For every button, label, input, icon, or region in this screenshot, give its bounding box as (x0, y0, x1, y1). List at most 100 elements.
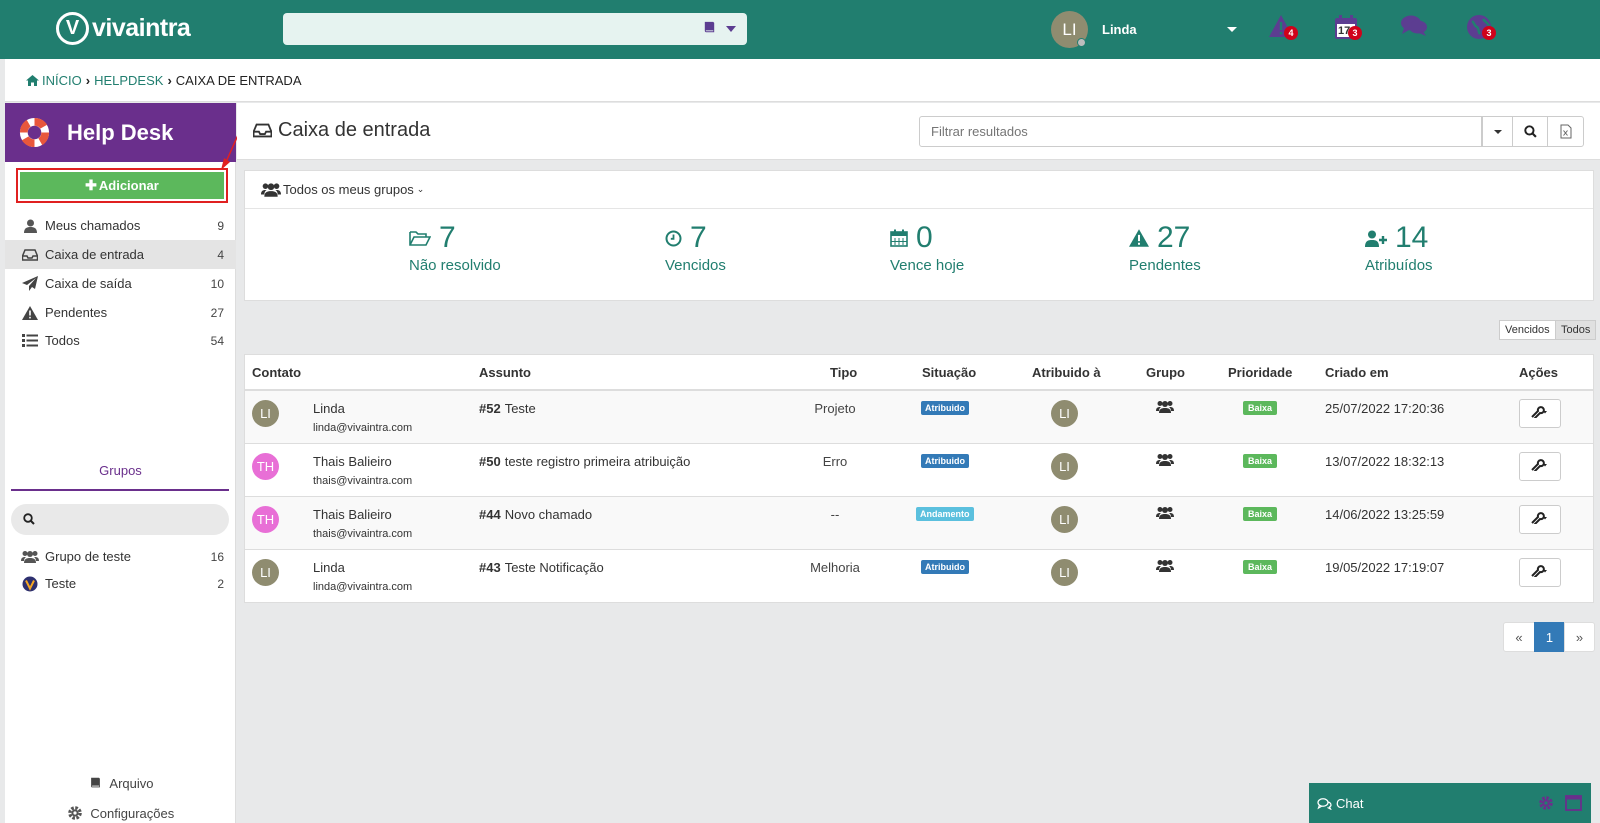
filter-options-button[interactable] (1482, 116, 1513, 147)
row-actions-button[interactable] (1519, 558, 1561, 587)
column-header-created[interactable]: Criado em (1325, 365, 1389, 380)
column-header-status[interactable]: Situação (922, 365, 976, 380)
top-navbar: V vivaintra LI Linda 4 17 3 3 (0, 0, 1600, 59)
wrench-icon (1531, 459, 1549, 474)
column-header-assigned-to[interactable]: Atribuido à (1032, 365, 1101, 380)
table-row[interactable]: TH Thais Balieiro thais@vivaintra.com #5… (245, 444, 1593, 497)
sidebar-item-pending[interactable]: Pendentes 27 (5, 298, 236, 327)
sidebar-item-inbox[interactable]: Caixa de entrada 4 (5, 240, 236, 269)
column-header-group[interactable]: Grupo (1146, 365, 1185, 380)
table-row[interactable]: TH Thais Balieiro thais@vivaintra.com #4… (245, 497, 1593, 550)
stat-pending[interactable]: 27 Pendentes (1129, 221, 1201, 274)
filter-results-input[interactable] (920, 117, 1481, 146)
users-icon (1156, 559, 1174, 575)
stat-due-today[interactable]: 0 Vence hoje (890, 221, 964, 274)
table-row[interactable]: LI Linda linda@vivaintra.com #43 Teste No… (245, 550, 1593, 603)
vivaintra-logo[interactable]: V vivaintra (56, 12, 191, 45)
assignee-avatar: LI (1051, 506, 1078, 533)
contact-name: Thais Balieiro (313, 454, 392, 469)
chevron-right-icon: › (167, 73, 172, 88)
search-icon (1523, 125, 1537, 138)
messages-button[interactable] (1400, 14, 1430, 44)
groups-tab[interactable]: Grupos (5, 463, 236, 478)
excel-file-icon (1560, 124, 1571, 139)
users-icon (1156, 506, 1174, 522)
filter-all-toggle[interactable]: Todos (1555, 320, 1597, 340)
user-name[interactable]: Linda (1102, 22, 1137, 37)
breadcrumb-home[interactable]: INÍCIO (42, 73, 82, 88)
contact-avatar: TH (252, 453, 279, 480)
group-selector[interactable]: Todos os meus grupos ⌄ (245, 171, 1593, 209)
ticket-number: #43 (479, 560, 501, 575)
priority-badge: Baixa (1243, 454, 1278, 468)
sidebar-item-all[interactable]: Todos 54 (5, 326, 236, 355)
column-header-priority[interactable]: Prioridade (1228, 365, 1292, 380)
ticket-subject-text: Novo chamado (504, 507, 593, 522)
life-ring-icon (19, 117, 50, 148)
contact-email: thais@vivaintra.com (313, 528, 413, 540)
sidebar-item-count: 4 (217, 247, 224, 262)
user-menu-chevron-down-icon[interactable] (1227, 27, 1237, 32)
stat-value: 0 (916, 221, 933, 254)
sidebar-item-outbox[interactable]: Caixa de saída 10 (5, 269, 236, 298)
settings-link[interactable]: Configurações (5, 805, 236, 823)
ticket-type: Erro (822, 454, 848, 469)
clock-icon (665, 230, 682, 246)
alerts-badge: 4 (1284, 26, 1298, 40)
row-actions-button[interactable] (1519, 505, 1561, 534)
contact-avatar: LI (252, 400, 279, 427)
list-icon (20, 334, 40, 347)
ticket-subject[interactable]: #44 Novo chamado (479, 507, 592, 522)
sidebar-group-teste[interactable]: Teste 2 (5, 570, 236, 597)
row-actions-button[interactable] (1519, 452, 1561, 481)
table-row[interactable]: LI Linda linda@vivaintra.com #52 Teste Pr… (245, 391, 1593, 444)
column-header-contact[interactable]: Contato (252, 365, 301, 380)
search-scope-chevron-down-icon[interactable] (726, 26, 736, 32)
calendar-badge: 3 (1348, 26, 1362, 40)
pagination-prev[interactable]: « (1503, 622, 1535, 652)
status-badge: Atribuido (921, 454, 969, 468)
add-ticket-button[interactable]: ✚ Adicionar (16, 168, 228, 203)
stat-overdue[interactable]: 7 Vencidos (665, 221, 726, 274)
chat-bar[interactable]: Chat (1309, 783, 1591, 823)
row-actions-button[interactable] (1519, 399, 1561, 428)
export-excel-button[interactable] (1547, 116, 1584, 147)
search-button[interactable] (1512, 116, 1548, 147)
pagination-next[interactable]: » (1564, 622, 1595, 652)
logo-mark: V (56, 12, 89, 45)
alerts-button[interactable]: 4 (1268, 14, 1298, 44)
add-ticket-label: Adicionar (98, 178, 159, 193)
ticket-subject-text: Teste (504, 401, 536, 416)
filter-overdue-toggle[interactable]: Vencidos (1499, 320, 1556, 340)
group-search-input[interactable] (11, 504, 229, 535)
global-search-input[interactable] (283, 13, 747, 45)
sidebar-item-my-tickets[interactable]: Meus chamados 9 (5, 211, 236, 240)
ticket-subject[interactable]: #50 teste registro primeira atribuição (479, 454, 690, 469)
archive-link[interactable]: Arquivo (5, 776, 236, 793)
ticket-number: #50 (479, 454, 501, 469)
stat-unresolved[interactable]: 7 Não resolvido (409, 221, 501, 274)
pagination-page-1[interactable]: 1 (1534, 622, 1565, 652)
globe-button[interactable]: 3 (1466, 14, 1496, 44)
sidebar-item-label: Todos (45, 333, 80, 348)
breadcrumb: INÍCIO › HELPDESK › CAIXA DE ENTRADA (26, 73, 302, 88)
status-badge: Andamento (916, 507, 974, 521)
book-icon[interactable] (702, 20, 717, 38)
calendar-button[interactable]: 17 3 (1334, 14, 1364, 44)
stat-assigned[interactable]: 14 Atribuídos (1365, 221, 1433, 274)
comments-icon (1401, 15, 1427, 36)
sidebar-item-label: Caixa de saída (45, 276, 132, 291)
column-header-subject[interactable]: Assunto (479, 365, 531, 380)
ticket-subject[interactable]: #52 Teste (479, 401, 536, 416)
sidebar-group-test-group[interactable]: Grupo de teste 16 (5, 543, 236, 570)
gear-icon[interactable] (1538, 795, 1554, 814)
maximize-window-icon[interactable] (1565, 795, 1582, 814)
helpdesk-sidebar: Help Desk ✚ Adicionar Meus chamados 9 Ca… (5, 103, 236, 823)
sidebar-group-label: Grupo de teste (45, 549, 131, 564)
ticket-subject[interactable]: #43 Teste Notificação (479, 560, 604, 575)
paper-plane-icon (20, 276, 40, 291)
warning-icon (20, 305, 40, 320)
sidebar-item-label: Caixa de entrada (45, 247, 145, 262)
column-header-type[interactable]: Tipo (830, 365, 857, 380)
breadcrumb-helpdesk[interactable]: HELPDESK (94, 73, 163, 88)
